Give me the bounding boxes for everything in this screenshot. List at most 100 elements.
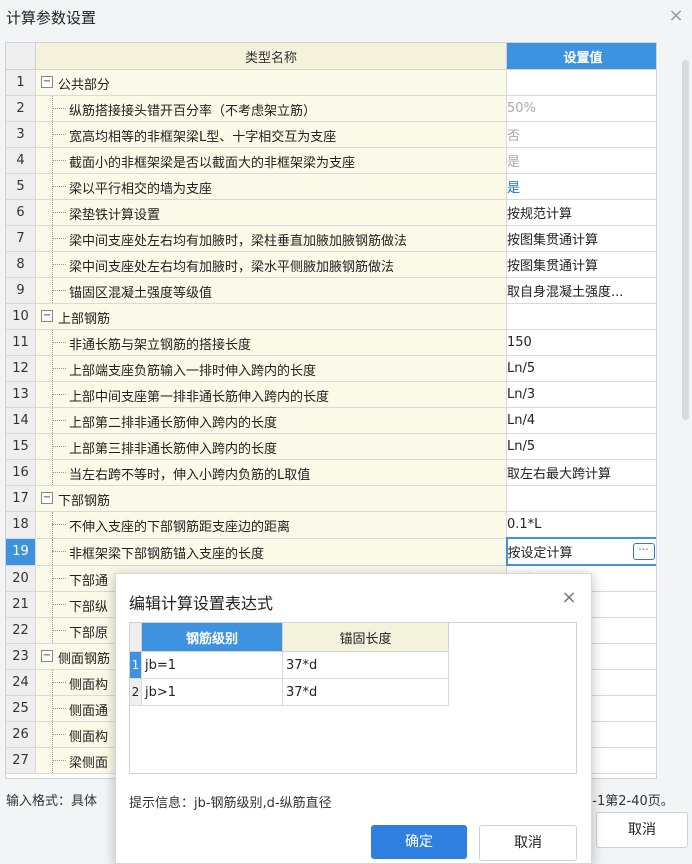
rebar-grade-cell[interactable]: jb=1 (141, 651, 283, 679)
group-row[interactable]: 17− 下部钢筋 (6, 485, 656, 512)
row-index: 19 (6, 538, 36, 566)
row-index: 24 (6, 669, 36, 696)
row-index: 3 (6, 121, 36, 148)
collapse-icon[interactable]: − (41, 76, 53, 88)
type-name-cell[interactable]: 上部端支座负筋输入一排时伸入跨内的长度 (35, 355, 507, 382)
group-row[interactable]: 10− 上部钢筋 (6, 303, 656, 330)
item-label: 下部纵 (69, 600, 109, 615)
expression-row[interactable]: 1 jb=1 37*d (130, 651, 449, 679)
dialog-cancel-button[interactable]: 取消 (479, 825, 577, 861)
tree-branch (52, 342, 66, 343)
row-index: 7 (6, 225, 36, 252)
table-row[interactable]: 13 上部中间支座第一排非通长筋伸入跨内的长度 Ln/3 (6, 381, 656, 408)
type-name-cell[interactable]: 梁中间支座处左右均有加腋时，梁水平侧腋加腋钢筋做法 (35, 251, 507, 278)
table-row[interactable]: 3 宽高均相等的非框架梁L型、十字相交互为支座 否 (6, 121, 656, 148)
setting-value-cell[interactable]: 否 (506, 121, 656, 148)
row-index: 4 (6, 147, 36, 174)
setting-value-cell[interactable]: 取左右最大跨计算 (506, 459, 656, 486)
dialog-close-icon[interactable]: × (557, 586, 581, 610)
setting-value-cell[interactable]: Ln/5 (506, 433, 656, 460)
type-name-cell[interactable]: 上部中间支座第一排非通长筋伸入跨内的长度 (35, 381, 507, 408)
setting-value-cell[interactable]: 取自身混凝土强度... (506, 277, 656, 304)
setting-value-cell[interactable]: 50% (506, 95, 656, 122)
setting-value-cell[interactable] (506, 69, 656, 96)
table-row[interactable]: 8 梁中间支座处左右均有加腋时，梁水平侧腋加腋钢筋做法 按图集贯通计算 (6, 251, 656, 278)
setting-value: Ln/5 (507, 439, 536, 454)
setting-value-cell[interactable] (506, 303, 656, 330)
rebar-grade-cell[interactable]: jb>1 (141, 678, 283, 706)
collapse-icon[interactable]: − (41, 650, 53, 662)
item-label: 宽高均相等的非框架梁L型、十字相交互为支座 (69, 130, 337, 145)
setting-value-header[interactable]: 设置值 (506, 43, 656, 70)
setting-value-cell[interactable]: Ln/3 (506, 381, 656, 408)
table-row[interactable]: 9 锚固区混凝土强度等级值 取自身混凝土强度... (6, 277, 656, 304)
table-row[interactable]: 11 非通长筋与架立钢筋的搭接长度 150 (6, 329, 656, 356)
setting-value-cell[interactable] (506, 485, 656, 512)
type-name-cell[interactable]: − 公共部分 (35, 69, 507, 96)
row-index: 23 (6, 643, 36, 670)
tree-branch (52, 734, 66, 735)
table-row[interactable]: 2 纵筋搭接接头错开百分率（不考虑架立筋） 50% (6, 95, 656, 122)
setting-value-cell[interactable]: 按设定计算 ··· (505, 537, 656, 566)
type-name-cell[interactable]: 梁垫铁计算设置 (35, 199, 507, 226)
main-cancel-button[interactable]: 取消 (596, 812, 688, 848)
anchor-length-cell[interactable]: 37*d (282, 678, 449, 706)
vertical-scrollbar[interactable] (682, 60, 689, 420)
anchor-length-header[interactable]: 锚固长度 (282, 623, 449, 652)
item-label: 非框架梁下部钢筋锚入支座的长度 (69, 546, 265, 562)
expression-row[interactable]: 2 jb>1 37*d (130, 678, 449, 706)
type-name-cell[interactable]: − 下部钢筋 (35, 485, 507, 512)
table-row[interactable]: 12 上部端支座负筋输入一排时伸入跨内的长度 Ln/5 (6, 355, 656, 382)
setting-value-cell[interactable]: Ln/4 (506, 407, 656, 434)
table-row[interactable]: 16 当左右跨不等时，伸入小跨内负筋的L取值 取左右最大跨计算 (6, 459, 656, 486)
ellipsis-icon[interactable]: ··· (632, 543, 655, 560)
table-row[interactable]: 7 梁中间支座处左右均有加腋时，梁柱垂直加腋加腋钢筋做法 按图集贯通计算 (6, 225, 656, 252)
setting-value: 按图集贯通计算 (507, 233, 599, 248)
setting-value: 取左右最大跨计算 (507, 467, 612, 482)
group-row[interactable]: 1− 公共部分 (6, 69, 656, 96)
setting-value-cell[interactable]: 是 (506, 147, 656, 174)
type-name-cell[interactable]: 上部第三排非通长筋伸入跨内的长度 (35, 433, 507, 460)
table-row[interactable]: 6 梁垫铁计算设置 按规范计算 (6, 199, 656, 226)
collapse-icon[interactable]: − (41, 310, 53, 322)
type-name-cell[interactable]: 梁以平行相交的墙为支座 (35, 173, 507, 200)
collapse-icon[interactable]: − (41, 492, 53, 504)
type-name-cell[interactable]: 当左右跨不等时，伸入小跨内负筋的L取值 (35, 459, 507, 486)
type-name-cell[interactable]: 纵筋搭接接头错开百分率（不考虑架立筋） (35, 95, 507, 122)
type-name-cell[interactable]: 截面小的非框架梁是否以截面大的非框架梁为支座 (35, 147, 507, 174)
type-name-cell[interactable]: − 上部钢筋 (35, 303, 507, 330)
edit-expression-dialog: 编辑计算设置表达式 × 钢筋级别 锚固长度 1 jb=1 37*d 2 jb>1 37*d… (115, 573, 592, 864)
setting-value-cell[interactable]: Ln/5 (506, 355, 656, 382)
type-name-cell[interactable]: 不伸入支座的下部钢筋距支座边的距离 (35, 511, 507, 539)
table-row[interactable]: 14 上部第二排非通长筋伸入跨内的长度 Ln/4 (6, 407, 656, 434)
table-row[interactable]: 19 非框架梁下部钢筋锚入支座的长度 按设定计算 ··· (6, 537, 656, 566)
type-name-cell[interactable]: 非通长筋与架立钢筋的搭接长度 (35, 329, 507, 356)
tree-branch (52, 760, 66, 761)
close-icon[interactable]: × (664, 4, 688, 28)
table-row[interactable]: 4 截面小的非框架梁是否以截面大的非框架梁为支座 是 (6, 147, 656, 174)
type-name-cell[interactable]: 梁中间支座处左右均有加腋时，梁柱垂直加腋加腋钢筋做法 (35, 225, 507, 252)
setting-value: 50% (507, 101, 536, 116)
setting-value-cell[interactable]: 是 (506, 173, 656, 200)
title-bar: 计算参数设置 × (0, 0, 692, 36)
setting-value-cell[interactable]: 按规范计算 (506, 199, 656, 226)
row-index: 15 (6, 433, 36, 460)
setting-value-cell[interactable]: 按图集贯通计算 (506, 225, 656, 252)
type-name-cell[interactable]: 锚固区混凝土强度等级值 (35, 277, 507, 304)
table-row[interactable]: 18 不伸入支座的下部钢筋距支座边的距离 0.1*L (6, 511, 656, 539)
anchor-length-cell[interactable]: 37*d (282, 651, 449, 679)
type-name-header[interactable]: 类型名称 (35, 43, 507, 70)
setting-value-cell[interactable]: 0.1*L (506, 511, 656, 539)
table-row[interactable]: 5 梁以平行相交的墙为支座 是 (6, 173, 656, 200)
confirm-button[interactable]: 确定 (371, 825, 467, 859)
type-name-cell[interactable]: 上部第二排非通长筋伸入跨内的长度 (35, 407, 507, 434)
rebar-grade-header[interactable]: 钢筋级别 (141, 623, 283, 652)
setting-value-cell[interactable]: 按图集贯通计算 (506, 251, 656, 278)
item-label: 梁垫铁计算设置 (69, 208, 161, 223)
tree-branch (52, 394, 66, 395)
table-row[interactable]: 15 上部第三排非通长筋伸入跨内的长度 Ln/5 (6, 433, 656, 460)
item-label: 非通长筋与架立钢筋的搭接长度 (69, 338, 252, 353)
setting-value-cell[interactable]: 150 (506, 329, 656, 356)
type-name-cell[interactable]: 宽高均相等的非框架梁L型、十字相交互为支座 (35, 121, 507, 148)
type-name-cell[interactable]: 非框架梁下部钢筋锚入支座的长度 (35, 538, 507, 566)
